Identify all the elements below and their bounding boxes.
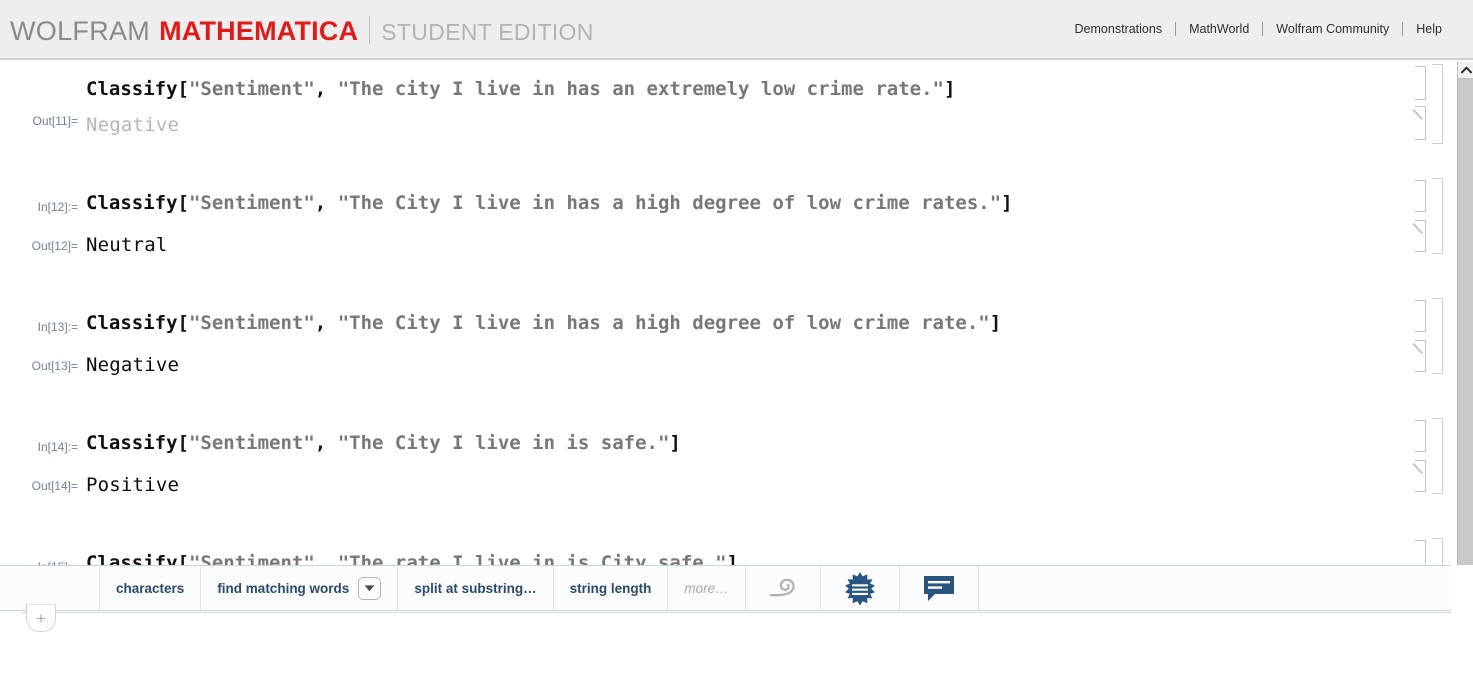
suggestion-bar: characters find matching words split at …: [0, 565, 1451, 611]
cell-group: In[14]:= Classify["Sentiment", "The City…: [0, 410, 1449, 530]
brand-wolfram-text: WOLFRAM: [10, 15, 151, 46]
brand-edition-text: STUDENT EDITION: [381, 18, 594, 45]
in-label: In[14]:=: [37, 440, 78, 454]
suggestion-label: find matching words: [217, 580, 350, 596]
vertical-scrollbar[interactable]: [1457, 62, 1473, 565]
header-links: Demonstrations MathWorld Wolfram Communi…: [1062, 22, 1455, 36]
input-cell[interactable]: In[15]:= Classify["Sentiment", "The rate…: [0, 552, 1449, 565]
brand-divider: [369, 15, 371, 44]
cell-group: Classify["Sentiment", "The city I live i…: [0, 62, 1449, 170]
output-cell[interactable]: Out[11]= Negative: [0, 114, 1449, 170]
suggestion-dropdown-button[interactable]: [358, 576, 382, 600]
suggestion-characters[interactable]: characters: [100, 566, 202, 610]
in-label: In[12]:=: [37, 200, 78, 214]
output-cell[interactable]: Out[13]= Negative: [0, 352, 1449, 410]
out-label: Out[14]=: [31, 479, 78, 493]
in-expression[interactable]: Classify["Sentiment", "The city I live i…: [86, 78, 955, 101]
output-cell[interactable]: Out[14]= Positive: [0, 472, 1449, 530]
out-value: Negative: [86, 354, 180, 376]
suggestion-label: split at substring…: [414, 580, 537, 596]
in-label: In[13]:=: [37, 320, 78, 334]
out-value: Negative: [86, 114, 180, 136]
out-value: Neutral: [86, 234, 168, 256]
out-value: Positive: [86, 474, 180, 496]
in-expression[interactable]: Classify["Sentiment", "The City I live i…: [86, 192, 1013, 215]
suggestion-label: more…: [684, 580, 729, 596]
input-cell[interactable]: In[14]:= Classify["Sentiment", "The City…: [0, 432, 1449, 472]
notebook-insertion-line: [22, 612, 1451, 613]
add-cell-label: +: [36, 608, 46, 628]
out-label: Out[11]=: [32, 114, 78, 128]
header-link-mathworld[interactable]: MathWorld: [1176, 22, 1262, 36]
in-label: In[15]:=: [0, 552, 86, 565]
suggestion-label: characters: [116, 580, 185, 596]
brand-mathematica-text: MATHEMATICA: [159, 15, 359, 46]
suggestion-split-at-substring[interactable]: split at substring…: [398, 566, 554, 610]
app-header: WOLFRAM MATHEMATICA STUDENT EDITION Demo…: [0, 0, 1473, 60]
suggestion-find-matching-words[interactable]: find matching words: [201, 566, 399, 610]
add-cell-button[interactable]: +: [26, 604, 56, 632]
suggestion-label: string length: [569, 580, 652, 596]
in-expression[interactable]: Classify["Sentiment", "The rate I live i…: [86, 552, 738, 565]
header-link-wolfram-community[interactable]: Wolfram Community: [1263, 22, 1402, 36]
suggestion-more[interactable]: more…: [668, 566, 746, 610]
wolfram-spiral-icon: [769, 578, 795, 597]
output-cell[interactable]: Out[12]= Neutral: [0, 232, 1449, 290]
header-link-help[interactable]: Help: [1403, 22, 1455, 36]
suggestion-string-length[interactable]: string length: [554, 566, 669, 610]
cell-group: In[13]:= Classify["Sentiment", "The City…: [0, 290, 1449, 410]
suggestion-wolfram-spiral-button[interactable]: [746, 566, 821, 610]
in-expression[interactable]: Classify["Sentiment", "The City I live i…: [86, 312, 1001, 335]
wolfram-logo: WOLFRAM MATHEMATICA STUDENT EDITION: [10, 12, 594, 47]
suggestion-wolfram-alpha-button[interactable]: [821, 566, 900, 610]
scroll-up-button[interactable]: [1458, 62, 1473, 79]
header-link-demonstrations[interactable]: Demonstrations: [1062, 22, 1176, 36]
in-expression[interactable]: Classify["Sentiment", "The City I live i…: [86, 432, 681, 455]
chevron-down-icon: [364, 585, 375, 592]
input-cell[interactable]: In[13]:= Classify["Sentiment", "The City…: [0, 312, 1449, 352]
chevron-up-icon: [1460, 66, 1472, 74]
cell-group: In[12]:= Classify["Sentiment", "The City…: [0, 170, 1449, 290]
cell-group: In[15]:= Classify["Sentiment", "The rate…: [0, 530, 1449, 565]
suggestion-comment-button[interactable]: [900, 566, 979, 610]
input-cell[interactable]: Classify["Sentiment", "The city I live i…: [0, 78, 1449, 114]
comment-bubble-icon: [923, 576, 954, 601]
wolfram-alpha-spikey-icon: [844, 572, 875, 605]
notebook-area[interactable]: Classify["Sentiment", "The city I live i…: [0, 62, 1449, 565]
input-cell[interactable]: In[12]:= Classify["Sentiment", "The City…: [0, 192, 1449, 232]
out-label: Out[13]=: [31, 359, 78, 373]
suggestion-bar-tail: [979, 566, 1451, 610]
out-label: Out[12]=: [31, 239, 78, 253]
